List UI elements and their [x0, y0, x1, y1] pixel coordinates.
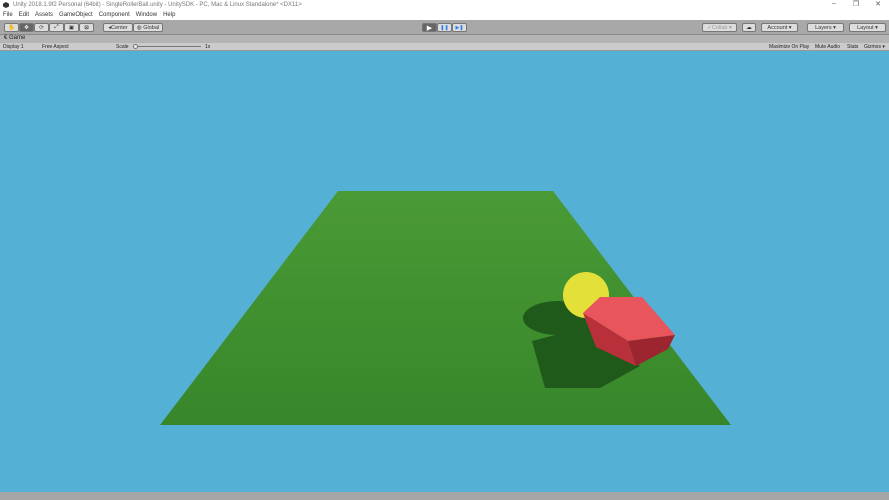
- menu-help[interactable]: Help: [163, 12, 175, 18]
- transform-icon: ⊠: [84, 24, 89, 31]
- stats-toggle[interactable]: Stats: [847, 44, 858, 50]
- minimize-button[interactable]: –: [823, 0, 845, 8]
- menu-component[interactable]: Component: [99, 12, 130, 18]
- rotate-icon: ⟳: [39, 24, 44, 31]
- hand-icon: ✋: [8, 24, 15, 31]
- scale-slider-handle[interactable]: [133, 44, 138, 49]
- step-button[interactable]: ▶❚: [452, 23, 467, 32]
- move-icon: ✥: [24, 24, 29, 31]
- game-viewport[interactable]: [0, 51, 889, 492]
- game-view-toolbar: Display 1 Free Aspect Scale 1x Maximize …: [0, 43, 889, 51]
- mute-audio-toggle[interactable]: Mute Audio: [815, 44, 840, 50]
- game-tab-bar: € Game: [0, 35, 889, 43]
- transform-tool-button[interactable]: ⊠: [79, 23, 94, 32]
- menu-file[interactable]: File: [3, 12, 13, 18]
- pause-button[interactable]: ❚❚: [437, 23, 452, 32]
- menu-window[interactable]: Window: [136, 12, 157, 18]
- window-title: Unity 2018.1.9f2 Personal (64bit) - Sing…: [13, 2, 302, 8]
- status-bar: [0, 492, 889, 500]
- play-button[interactable]: ▶: [422, 23, 437, 32]
- display-dropdown[interactable]: Display 1: [3, 44, 24, 50]
- collab-dropdown[interactable]: ✓Collab ▾: [702, 23, 737, 32]
- rotate-tool-button[interactable]: ⟳: [34, 23, 49, 32]
- rect-icon: ▣: [68, 24, 75, 31]
- unity-logo-icon: [3, 2, 9, 8]
- account-dropdown[interactable]: Account ▾: [761, 23, 798, 32]
- main-toolbar: ✋ ✥ ⟳ ⤢ ▣ ⊠ ◂Center ◍ Global ▶ ❚❚ ▶❚ ✓Co…: [0, 20, 889, 35]
- hand-tool-button[interactable]: ✋: [4, 23, 19, 32]
- cloud-button[interactable]: ☁: [742, 23, 756, 32]
- menu-edit[interactable]: Edit: [19, 12, 29, 18]
- scale-tool-button[interactable]: ⤢: [49, 23, 64, 32]
- menu-assets[interactable]: Assets: [35, 12, 53, 18]
- gizmos-dropdown[interactable]: Gizmos ▾: [864, 44, 885, 50]
- pivot-center-button[interactable]: ◂Center: [103, 23, 133, 32]
- scale-value: 1x: [205, 44, 211, 50]
- move-tool-button[interactable]: ✥: [19, 23, 34, 32]
- scene-render: [160, 191, 731, 425]
- scale-icon: ⤢: [54, 24, 59, 30]
- pivot-global-button[interactable]: ◍ Global: [133, 23, 163, 32]
- title-bar: Unity 2018.1.9f2 Personal (64bit) - Sing…: [0, 0, 889, 10]
- layers-dropdown[interactable]: Layers ▾: [807, 23, 844, 32]
- maximize-button[interactable]: ❐: [845, 0, 867, 8]
- scale-slider[interactable]: [133, 44, 201, 49]
- layout-dropdown[interactable]: Layout ▾: [849, 23, 886, 32]
- cloud-icon: ☁: [746, 24, 752, 31]
- close-button[interactable]: ✕: [867, 0, 889, 8]
- rect-tool-button[interactable]: ▣: [64, 23, 79, 32]
- maximize-on-play-toggle[interactable]: Maximize On Play: [769, 44, 809, 50]
- menu-gameobject[interactable]: GameObject: [59, 12, 93, 18]
- aspect-dropdown[interactable]: Free Aspect: [42, 44, 69, 50]
- menu-bar: File Edit Assets GameObject Component Wi…: [0, 10, 889, 20]
- tab-game[interactable]: € Game: [4, 35, 25, 41]
- scale-label: Scale: [116, 44, 129, 50]
